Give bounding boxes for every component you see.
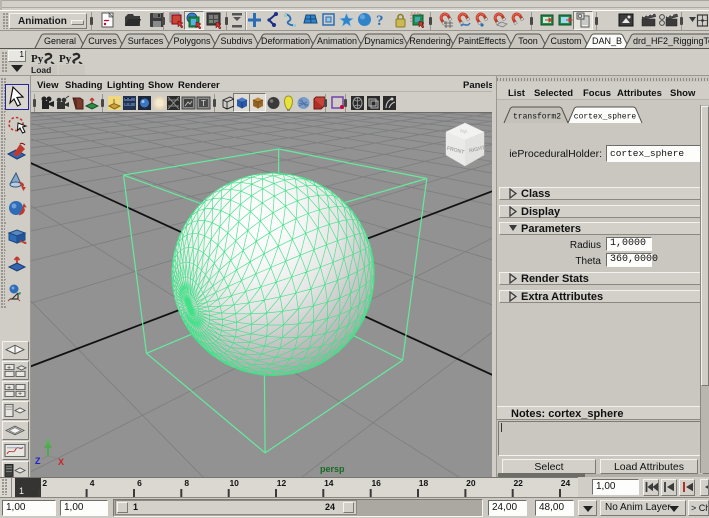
svg-text:top: top — [460, 128, 468, 135]
svg-text:Z: Z — [35, 456, 41, 466]
svg-text:2: 2 — [42, 478, 47, 488]
svg-text:Subdivs: Subdivs — [220, 36, 253, 46]
svg-text:DAN_B: DAN_B — [592, 36, 622, 46]
svg-text:16: 16 — [371, 478, 381, 488]
svg-text:Deformation: Deformation — [261, 36, 310, 46]
svg-text:Py: Py — [59, 53, 72, 64]
svg-text:6: 6 — [137, 478, 142, 488]
svg-text:Curves: Curves — [88, 36, 117, 46]
svg-text:cortex_sphere: cortex_sphere — [574, 113, 637, 122]
svg-text:+: + — [7, 365, 11, 371]
svg-text:20: 20 — [466, 478, 476, 488]
svg-text:8: 8 — [184, 478, 189, 488]
svg-text:X: X — [58, 457, 64, 467]
svg-text:?: ? — [376, 13, 384, 28]
svg-text:Rendering: Rendering — [409, 36, 451, 46]
svg-text:24: 24 — [561, 478, 571, 488]
svg-text:4: 4 — [90, 478, 95, 488]
svg-text:+: + — [7, 385, 11, 391]
svg-text:Custom: Custom — [550, 36, 581, 46]
svg-text:T: T — [201, 99, 206, 108]
svg-text:12: 12 — [277, 478, 287, 488]
svg-text:drd_HF2_RiggingToo: drd_HF2_RiggingToo — [633, 36, 709, 46]
svg-text:Dynamics: Dynamics — [364, 36, 404, 46]
svg-text:10: 10 — [229, 478, 239, 488]
svg-text:PaintEffects: PaintEffects — [458, 36, 506, 46]
svg-text:Toon: Toon — [518, 36, 538, 46]
svg-text:14: 14 — [324, 478, 334, 488]
svg-text:transform2: transform2 — [513, 113, 561, 122]
svg-text:+: + — [18, 391, 22, 397]
svg-text:Polygons: Polygons — [173, 36, 211, 46]
svg-text:22: 22 — [513, 478, 523, 488]
svg-text:Surfaces: Surfaces — [128, 36, 164, 46]
svg-text:18: 18 — [419, 478, 429, 488]
svg-text:Py: Py — [31, 53, 44, 64]
svg-text:Y: Y — [45, 438, 51, 448]
svg-text:General: General — [44, 36, 76, 46]
svg-text:Animation: Animation — [317, 36, 357, 46]
